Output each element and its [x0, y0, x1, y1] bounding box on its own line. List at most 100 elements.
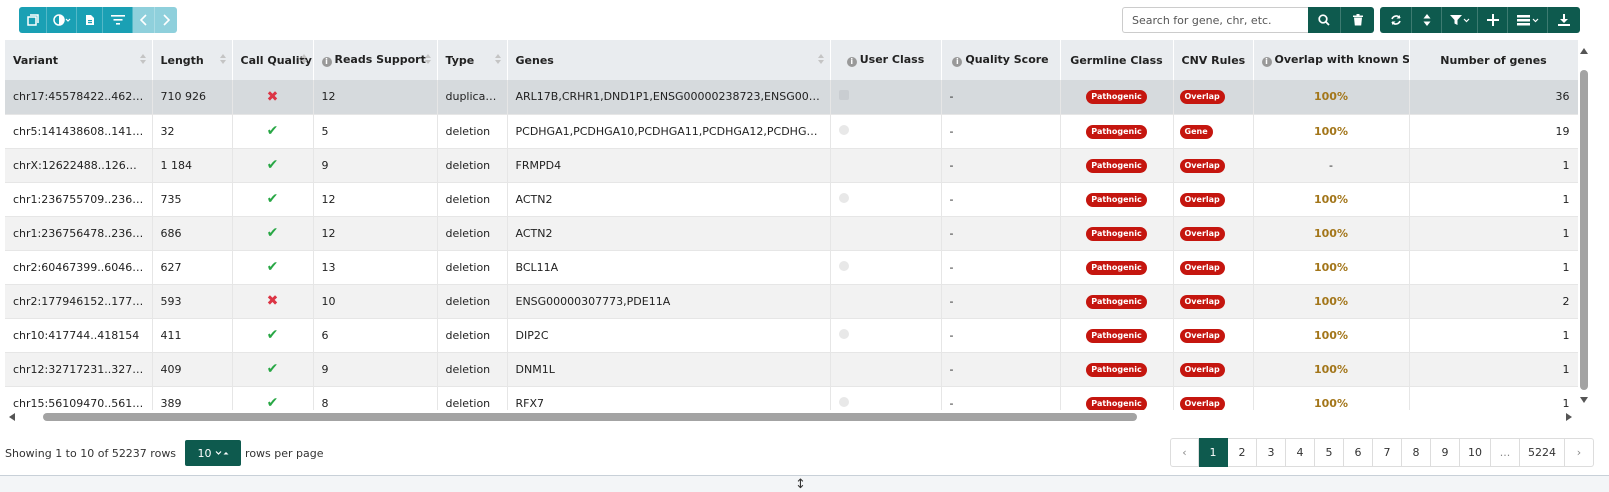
germline-class-cell: Pathogenic [1060, 386, 1174, 410]
genes-cell: RFX7 [507, 386, 831, 410]
export-button[interactable] [77, 7, 103, 33]
type-cell: deletion [437, 216, 508, 251]
column-header-length[interactable]: Length [152, 40, 233, 80]
user-class-checkbox[interactable] [838, 90, 849, 101]
search-input[interactable] [1122, 7, 1308, 33]
next-page-button[interactable]: › [1565, 438, 1594, 467]
cnv-rules-cell: Overlap [1173, 148, 1254, 183]
user-class-cell[interactable] [830, 216, 942, 251]
horizontal-scroll-thumb[interactable] [43, 413, 1137, 421]
user-class-radio[interactable] [838, 260, 849, 271]
user-class-cell[interactable] [830, 182, 942, 217]
user-class-radio[interactable] [838, 396, 849, 407]
variant-cell: chr12:32717231..32717639 [5, 352, 153, 387]
panel-splitter[interactable]: ↕ [0, 475, 1609, 492]
user-class-cell[interactable] [830, 318, 942, 353]
add-button[interactable] [1478, 7, 1508, 33]
table-toolbar-right [1380, 7, 1580, 33]
type-cell: deletion [437, 250, 508, 285]
page-9[interactable]: 9 [1431, 438, 1460, 467]
cnv-rules-cell: Overlap [1173, 352, 1254, 387]
rows-per-page-dropdown[interactable]: 10 [185, 440, 242, 466]
page-10[interactable]: 10 [1460, 438, 1491, 467]
table-row[interactable]: chr5:141438608..14143863932 ✔ 5deletionPCD… [5, 114, 1578, 149]
length-cell: 411 [152, 318, 233, 353]
scroll-left-icon[interactable] [9, 413, 15, 421]
column-header-call-quality[interactable]: Call Quality [232, 40, 314, 80]
page-2[interactable]: 2 [1228, 438, 1257, 467]
column-header-genes[interactable]: Genes [507, 40, 831, 80]
page-8[interactable]: 8 [1402, 438, 1431, 467]
table-row[interactable]: chr1:236756478..236757163686 ✔ 12deletionA… [5, 216, 1578, 251]
number-of-genes-cell: 1 [1409, 250, 1578, 285]
page-5224[interactable]: 5224 [1520, 438, 1565, 467]
next-button[interactable] [155, 7, 177, 33]
table-row[interactable]: chr10:417744..418154 411 ✔ 6 deletion DIP2C - P… [5, 318, 1578, 353]
scroll-down-icon[interactable] [1580, 397, 1588, 403]
user-class-cell[interactable] [830, 386, 942, 410]
user-class-radio[interactable] [838, 192, 849, 203]
variants-table: Variant Length Call Quality i Reads Support T… [5, 40, 1578, 410]
column-header-user-class[interactable]: i User Class [830, 40, 942, 80]
column-header-variant[interactable]: Variant [5, 40, 153, 80]
column-header-germline-class[interactable]: Germline Class [1060, 40, 1174, 80]
sort-icon[interactable] [817, 54, 824, 66]
table-row[interactable]: chr15:56109470..56109858 389 ✔ 8 deletion RFX… [5, 386, 1578, 410]
sort-icon[interactable] [300, 54, 307, 66]
user-class-radio[interactable] [838, 328, 849, 339]
table-row[interactable]: chr1:236755709..236756443735 ✔ 12deletionA… [5, 182, 1578, 217]
variant-cell: chr2:60467399..60468025 [5, 250, 153, 285]
table-row[interactable]: chrX:12622488..12623671 1 184 ✔ 9 deletion FR… [5, 148, 1578, 183]
download-button[interactable] [1548, 7, 1580, 33]
horizontal-scrollbar[interactable] [5, 410, 1578, 424]
scroll-up-icon[interactable] [1580, 48, 1588, 54]
quality-score-cell: - [941, 182, 1061, 217]
sort-icon[interactable] [424, 54, 431, 66]
column-header-quality-score[interactable]: i Quality Score [941, 40, 1061, 80]
sort-icon[interactable] [139, 54, 146, 66]
user-class-cell[interactable] [830, 352, 942, 387]
sort-icon[interactable] [219, 54, 226, 66]
scroll-right-icon[interactable] [1566, 413, 1572, 421]
prev-page-button[interactable]: ‹ [1170, 438, 1199, 467]
number-of-genes-cell: 2 [1409, 284, 1578, 319]
user-class-cell[interactable] [830, 80, 942, 115]
sort-button[interactable] [1412, 7, 1442, 33]
column-header-overlap-with-known-sv[interactable]: i Overlap with known SV [1253, 40, 1410, 80]
theme-dropdown-button[interactable] [47, 7, 77, 33]
advanced-filter-button[interactable] [103, 7, 133, 33]
filter-dropdown-button[interactable] [1442, 7, 1478, 33]
column-header-reads-support[interactable]: i Reads Support [313, 40, 438, 80]
search-button[interactable] [1308, 7, 1341, 33]
user-class-radio[interactable] [838, 124, 849, 135]
overlap-cell: 100% [1253, 182, 1410, 217]
sort-icon[interactable] [494, 54, 501, 66]
prev-button[interactable] [133, 7, 155, 33]
user-class-cell[interactable] [830, 250, 942, 285]
vertical-scrollbar[interactable] [1577, 40, 1591, 410]
page-7[interactable]: 7 [1373, 438, 1402, 467]
vertical-scroll-thumb[interactable] [1580, 70, 1588, 390]
page-5[interactable]: 5 [1315, 438, 1344, 467]
page-1[interactable]: 1 [1199, 438, 1228, 467]
column-header-type[interactable]: Type [437, 40, 508, 80]
table-row[interactable]: chr17:45578422..46289347 710 926 ✖ 12 duplic… [5, 80, 1578, 115]
refresh-button[interactable] [1380, 7, 1412, 33]
user-class-cell[interactable] [830, 114, 942, 149]
clear-search-button[interactable] [1341, 7, 1374, 33]
view-toggle-button[interactable] [1508, 7, 1548, 33]
user-class-cell[interactable] [830, 148, 942, 183]
table-row[interactable]: chr2:177946152..177946744593 ✖ 10deletionE… [5, 284, 1578, 319]
check-icon: ✔ [266, 327, 279, 343]
table-row[interactable]: chr12:32717231..32717639 409 ✔ 9 deletion DNM… [5, 352, 1578, 387]
user-class-cell[interactable] [830, 284, 942, 319]
table-row[interactable]: chr2:60467399..60468025 627 ✔ 13 deletion BCL… [5, 250, 1578, 285]
column-header-cnv-rules[interactable]: CNV Rules [1173, 40, 1254, 80]
resize-handle-icon[interactable]: ↕ [795, 477, 806, 492]
column-header-number-of-genes[interactable]: Number of genes [1409, 40, 1578, 80]
page-3[interactable]: 3 [1257, 438, 1286, 467]
page-6[interactable]: 6 [1344, 438, 1373, 467]
columns-button[interactable] [19, 7, 47, 33]
page-4[interactable]: 4 [1286, 438, 1315, 467]
cnv-rules-cell: Overlap [1173, 318, 1254, 353]
